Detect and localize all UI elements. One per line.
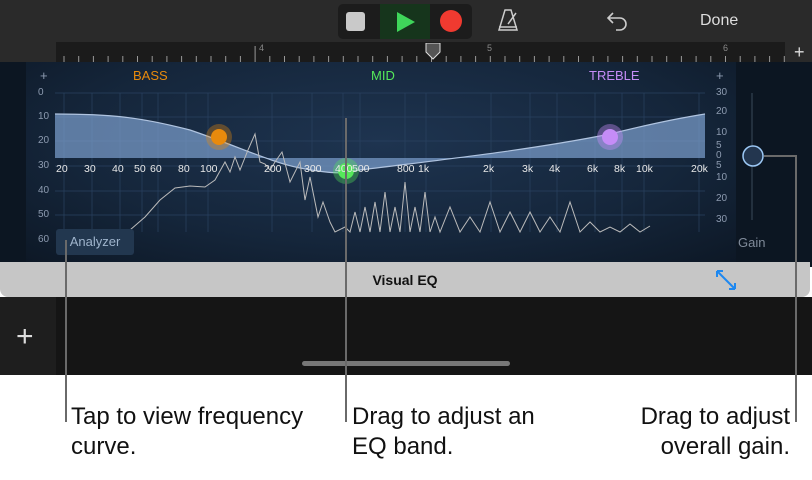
analyzer-button[interactable]: Analyzer [56,229,134,255]
metronome-icon[interactable] [497,8,521,34]
callout-band: Drag to adjust an EQ band. [352,403,535,460]
gain-slider-handle[interactable] [742,145,764,167]
frequency-label: 10k [636,163,653,175]
treble-band-handle[interactable] [602,129,618,145]
bar-number: 6 [723,43,729,53]
gain-scale-label: 10 [716,172,728,183]
visual-eq-title: Visual EQ [372,272,438,288]
bar-number: 4 [259,43,265,53]
gain-label: Gain [738,235,766,250]
frequency-label: 8k [614,163,626,175]
db-scale-label: 10 [38,111,50,122]
done-button[interactable]: Done [700,12,738,30]
play-icon [397,12,415,32]
callout-line [764,155,796,157]
frequency-label: 50 [134,163,146,175]
gain-scale-label: 5 [716,160,722,171]
db-scale-label: 40 [38,185,50,196]
frequency-label: 60 [150,163,162,175]
ruler-ticks [63,46,785,62]
add-section-button[interactable]: + [794,42,805,63]
callout-analyzer: Tap to view frequency curve. [71,403,304,460]
frequency-label: 3k [522,163,534,175]
db-scale-label: 60 [38,234,50,245]
expand-icon[interactable] [714,268,738,292]
add-track-button[interactable]: + [16,322,34,352]
record-icon[interactable] [440,10,462,32]
frequency-label: 300 [304,163,322,175]
gain-scale-label: 20 [716,193,728,204]
frequency-label: 100 [200,163,218,175]
frequency-label: 400 [335,163,353,175]
db-scale-label: 0 [38,87,44,98]
gain-scale-label: 30 [716,87,728,98]
db-scale-label: 50 [38,209,50,220]
frequency-label: 20k [691,163,708,175]
frequency-label: 200 [264,163,282,175]
visual-eq-header: Visual EQ [0,262,810,297]
frequency-label: 500 [352,163,370,175]
callout-line [345,118,347,422]
frequency-label: 30 [84,163,96,175]
bass-band-handle[interactable] [211,129,227,145]
frequency-label: 6k [587,163,599,175]
frequency-label: 4k [549,163,561,175]
frequency-label: 1k [418,163,430,175]
visual-eq-panel: + + BASS MID TREBLE Analyzer Gain 0 10 20 3… [0,62,812,267]
gain-scale-label: 30 [716,214,728,225]
frequency-label: 40 [112,163,124,175]
undo-icon[interactable] [606,10,630,32]
frequency-label: 80 [178,163,190,175]
play-button[interactable] [380,4,430,39]
gain-scale-label: 10 [716,127,728,138]
callout-gain: Drag to adjust overall gain. [640,403,790,460]
frequency-label: 20 [56,163,68,175]
callout-line [65,240,67,422]
stop-icon[interactable] [346,12,365,31]
db-scale-label: 30 [38,160,50,171]
home-indicator [302,361,510,366]
db-scale-label: 20 [38,135,50,146]
callout-line [795,155,797,422]
playhead-icon[interactable] [425,43,441,60]
frequency-label: 800 [397,163,415,175]
frequency-label: 2k [483,163,495,175]
bar-number: 5 [487,43,493,53]
gain-scale-label: 20 [716,106,728,117]
timeline-ruler[interactable]: 4 5 6 [56,42,785,62]
transport-controls [338,4,472,39]
